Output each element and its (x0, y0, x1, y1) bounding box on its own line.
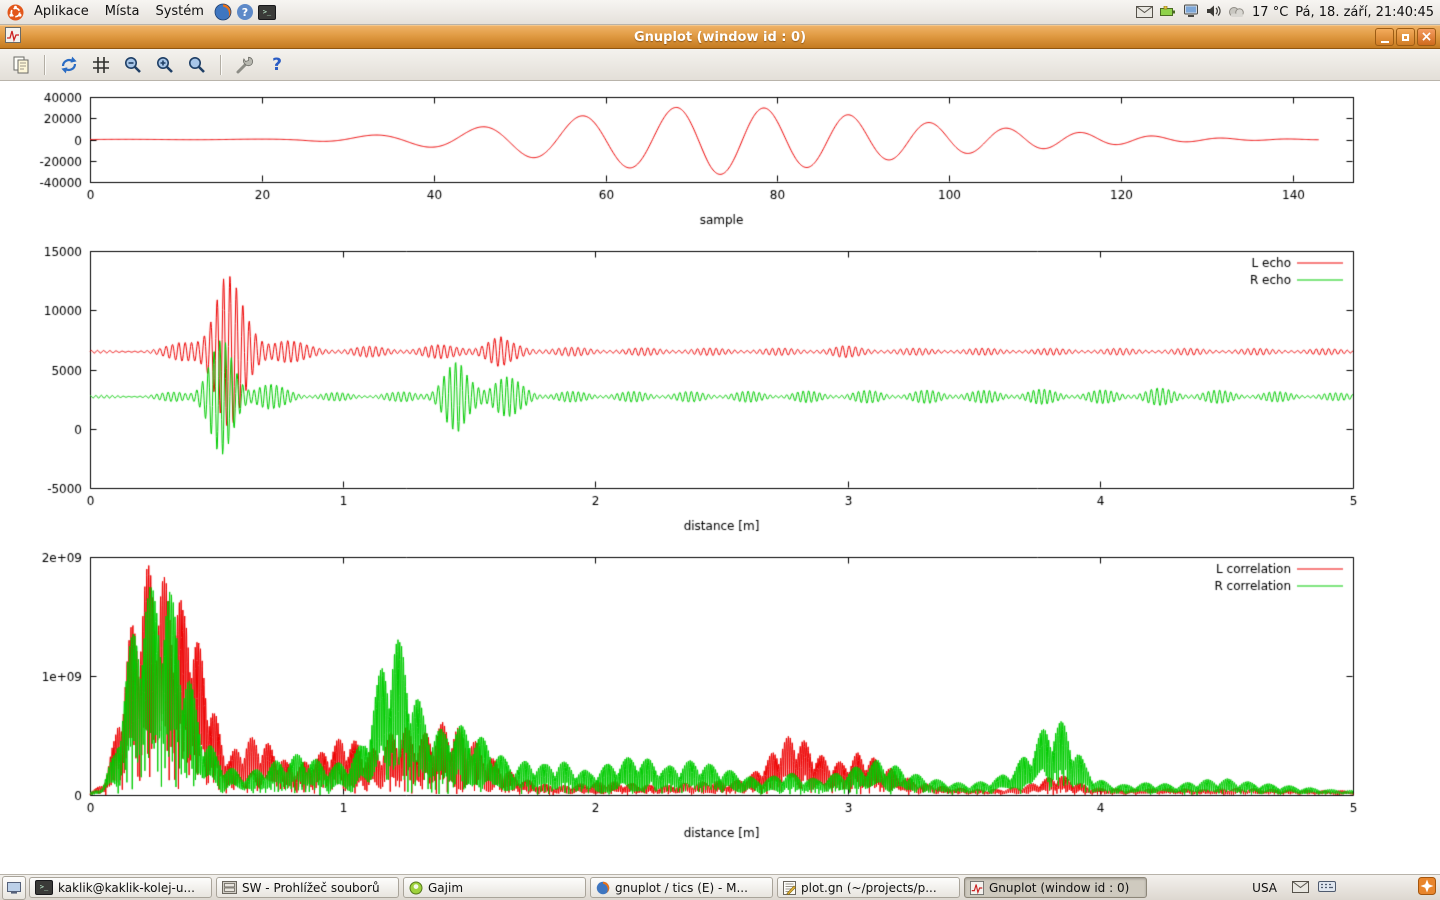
taskbar-button-label: Gnuplot (window id : 0) (989, 881, 1129, 895)
show-desktop-button[interactable] (2, 876, 26, 900)
menu-places[interactable]: Místa (97, 0, 148, 24)
minimize-button[interactable] (1375, 28, 1394, 46)
firefox-launcher-icon[interactable] (212, 0, 234, 24)
maximize-button[interactable] (1396, 28, 1415, 46)
toolbar: ? (0, 49, 1440, 81)
help-icon: ? (237, 4, 253, 20)
wrench-icon (235, 55, 255, 75)
menu-applications[interactable]: Aplikace (26, 0, 97, 24)
text-editor-icon (783, 881, 796, 895)
replot-icon (59, 55, 79, 75)
panel-tray: 17 °C Pá, 18. září, 21:40:45 (1136, 0, 1440, 24)
help-launcher-icon[interactable]: ? (234, 0, 256, 24)
toolbar-separator (44, 55, 46, 75)
panel-left: Aplikace Místa Systém ? >_ (0, 0, 278, 24)
zoom-previous-icon (123, 55, 143, 75)
menu-system[interactable]: Systém (147, 0, 211, 24)
top-panel: Aplikace Místa Systém ? >_ (0, 0, 1440, 25)
close-button[interactable]: × (1417, 28, 1436, 46)
taskbar-button-label: gnuplot / tics (E) - M... (615, 881, 748, 895)
replot-button[interactable] (56, 52, 82, 78)
gajim-icon (409, 881, 423, 895)
terminal-icon: >_ (35, 880, 53, 895)
configure-button[interactable] (232, 52, 258, 78)
grid-icon (92, 56, 110, 74)
taskbar-button-label: SW - Prohlížeč souborů (242, 881, 380, 895)
taskbar-button-label: plot.gn (~/projects/p... (801, 881, 937, 895)
taskbar-button-editor[interactable]: plot.gn (~/projects/p... (777, 877, 960, 898)
help-question-icon: ? (272, 55, 282, 75)
copy-clipboard-button[interactable] (8, 52, 34, 78)
taskbar-tray: USA (1246, 877, 1440, 899)
copy-icon (11, 55, 31, 75)
window-title: Gnuplot (window id : 0) (0, 30, 1440, 45)
keyboard-layout-indicator[interactable]: USA (1246, 880, 1283, 896)
help-button[interactable]: ? (264, 52, 290, 78)
taskbar-button-firefox[interactable]: gnuplot / tics (E) - M... (590, 877, 773, 898)
gnuplot-plots-canvas[interactable] (0, 81, 1440, 874)
gnuplot-icon (970, 881, 984, 895)
taskbar: >_ kaklik@kaklik-kolej-u... SW - Prohlíž… (0, 874, 1440, 900)
taskbar-button-gajim[interactable]: Gajim (403, 877, 586, 898)
taskbar-button-gnuplot[interactable]: Gnuplot (window id : 0) (964, 877, 1147, 898)
update-notifier-icon[interactable] (1418, 877, 1436, 899)
tray-keyboard-icon[interactable] (1318, 878, 1336, 897)
close-icon: × (1421, 30, 1433, 44)
zoom-next-button[interactable] (152, 52, 178, 78)
file-manager-icon (222, 881, 237, 894)
ubuntu-logo-icon[interactable] (4, 0, 26, 24)
autoscale-button[interactable] (184, 52, 210, 78)
gnuplot-window-icon (5, 27, 21, 47)
toolbar-separator (220, 55, 222, 75)
show-desktop-icon (7, 882, 21, 894)
mail-notification-icon[interactable] (1136, 3, 1153, 22)
taskbar-button-file-manager[interactable]: SW - Prohlížeč souborů (216, 877, 399, 898)
clock[interactable]: Pá, 18. září, 21:40:45 (1295, 5, 1434, 20)
terminal-icon: >_ (258, 5, 276, 20)
temperature-label[interactable]: 17 °C (1252, 5, 1288, 20)
tray-mail-icon[interactable] (1292, 878, 1309, 897)
maximize-icon (1402, 34, 1409, 41)
minimize-icon (1381, 41, 1389, 43)
taskbar-button-terminal[interactable]: >_ kaklik@kaklik-kolej-u... (29, 877, 212, 898)
autoscale-icon (187, 55, 207, 75)
gnuplot-client-area (0, 81, 1440, 874)
titlebar[interactable]: Gnuplot (window id : 0) × (0, 25, 1440, 49)
taskbar-button-label: Gajim (428, 881, 463, 895)
weather-icon[interactable] (1228, 3, 1245, 22)
terminal-launcher-icon[interactable]: >_ (256, 0, 278, 24)
firefox-icon (596, 881, 610, 895)
zoom-next-icon (155, 55, 175, 75)
taskbar-button-label: kaklik@kaklik-kolej-u... (58, 881, 195, 895)
display-icon[interactable] (1183, 3, 1199, 22)
battery-icon[interactable] (1160, 3, 1176, 22)
volume-icon[interactable] (1206, 3, 1221, 22)
grid-toggle-button[interactable] (88, 52, 114, 78)
zoom-previous-button[interactable] (120, 52, 146, 78)
gnuplot-window: Gnuplot (window id : 0) × (0, 25, 1440, 874)
